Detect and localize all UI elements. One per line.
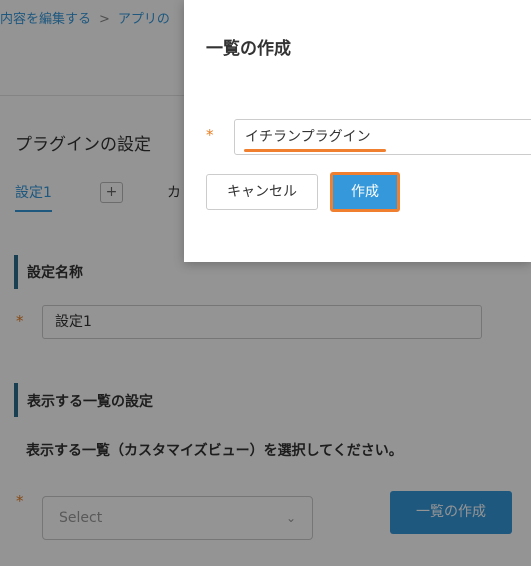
input-highlight-underline [244,149,386,152]
create-list-dialog: 一覧の作成 * イチランプラグイン キャンセル 作成 [184,0,531,262]
create-button[interactable]: 作成 [330,172,400,212]
required-mark: * [206,126,214,144]
dialog-title: 一覧の作成 [206,39,291,59]
cancel-button[interactable]: キャンセル [206,174,318,210]
